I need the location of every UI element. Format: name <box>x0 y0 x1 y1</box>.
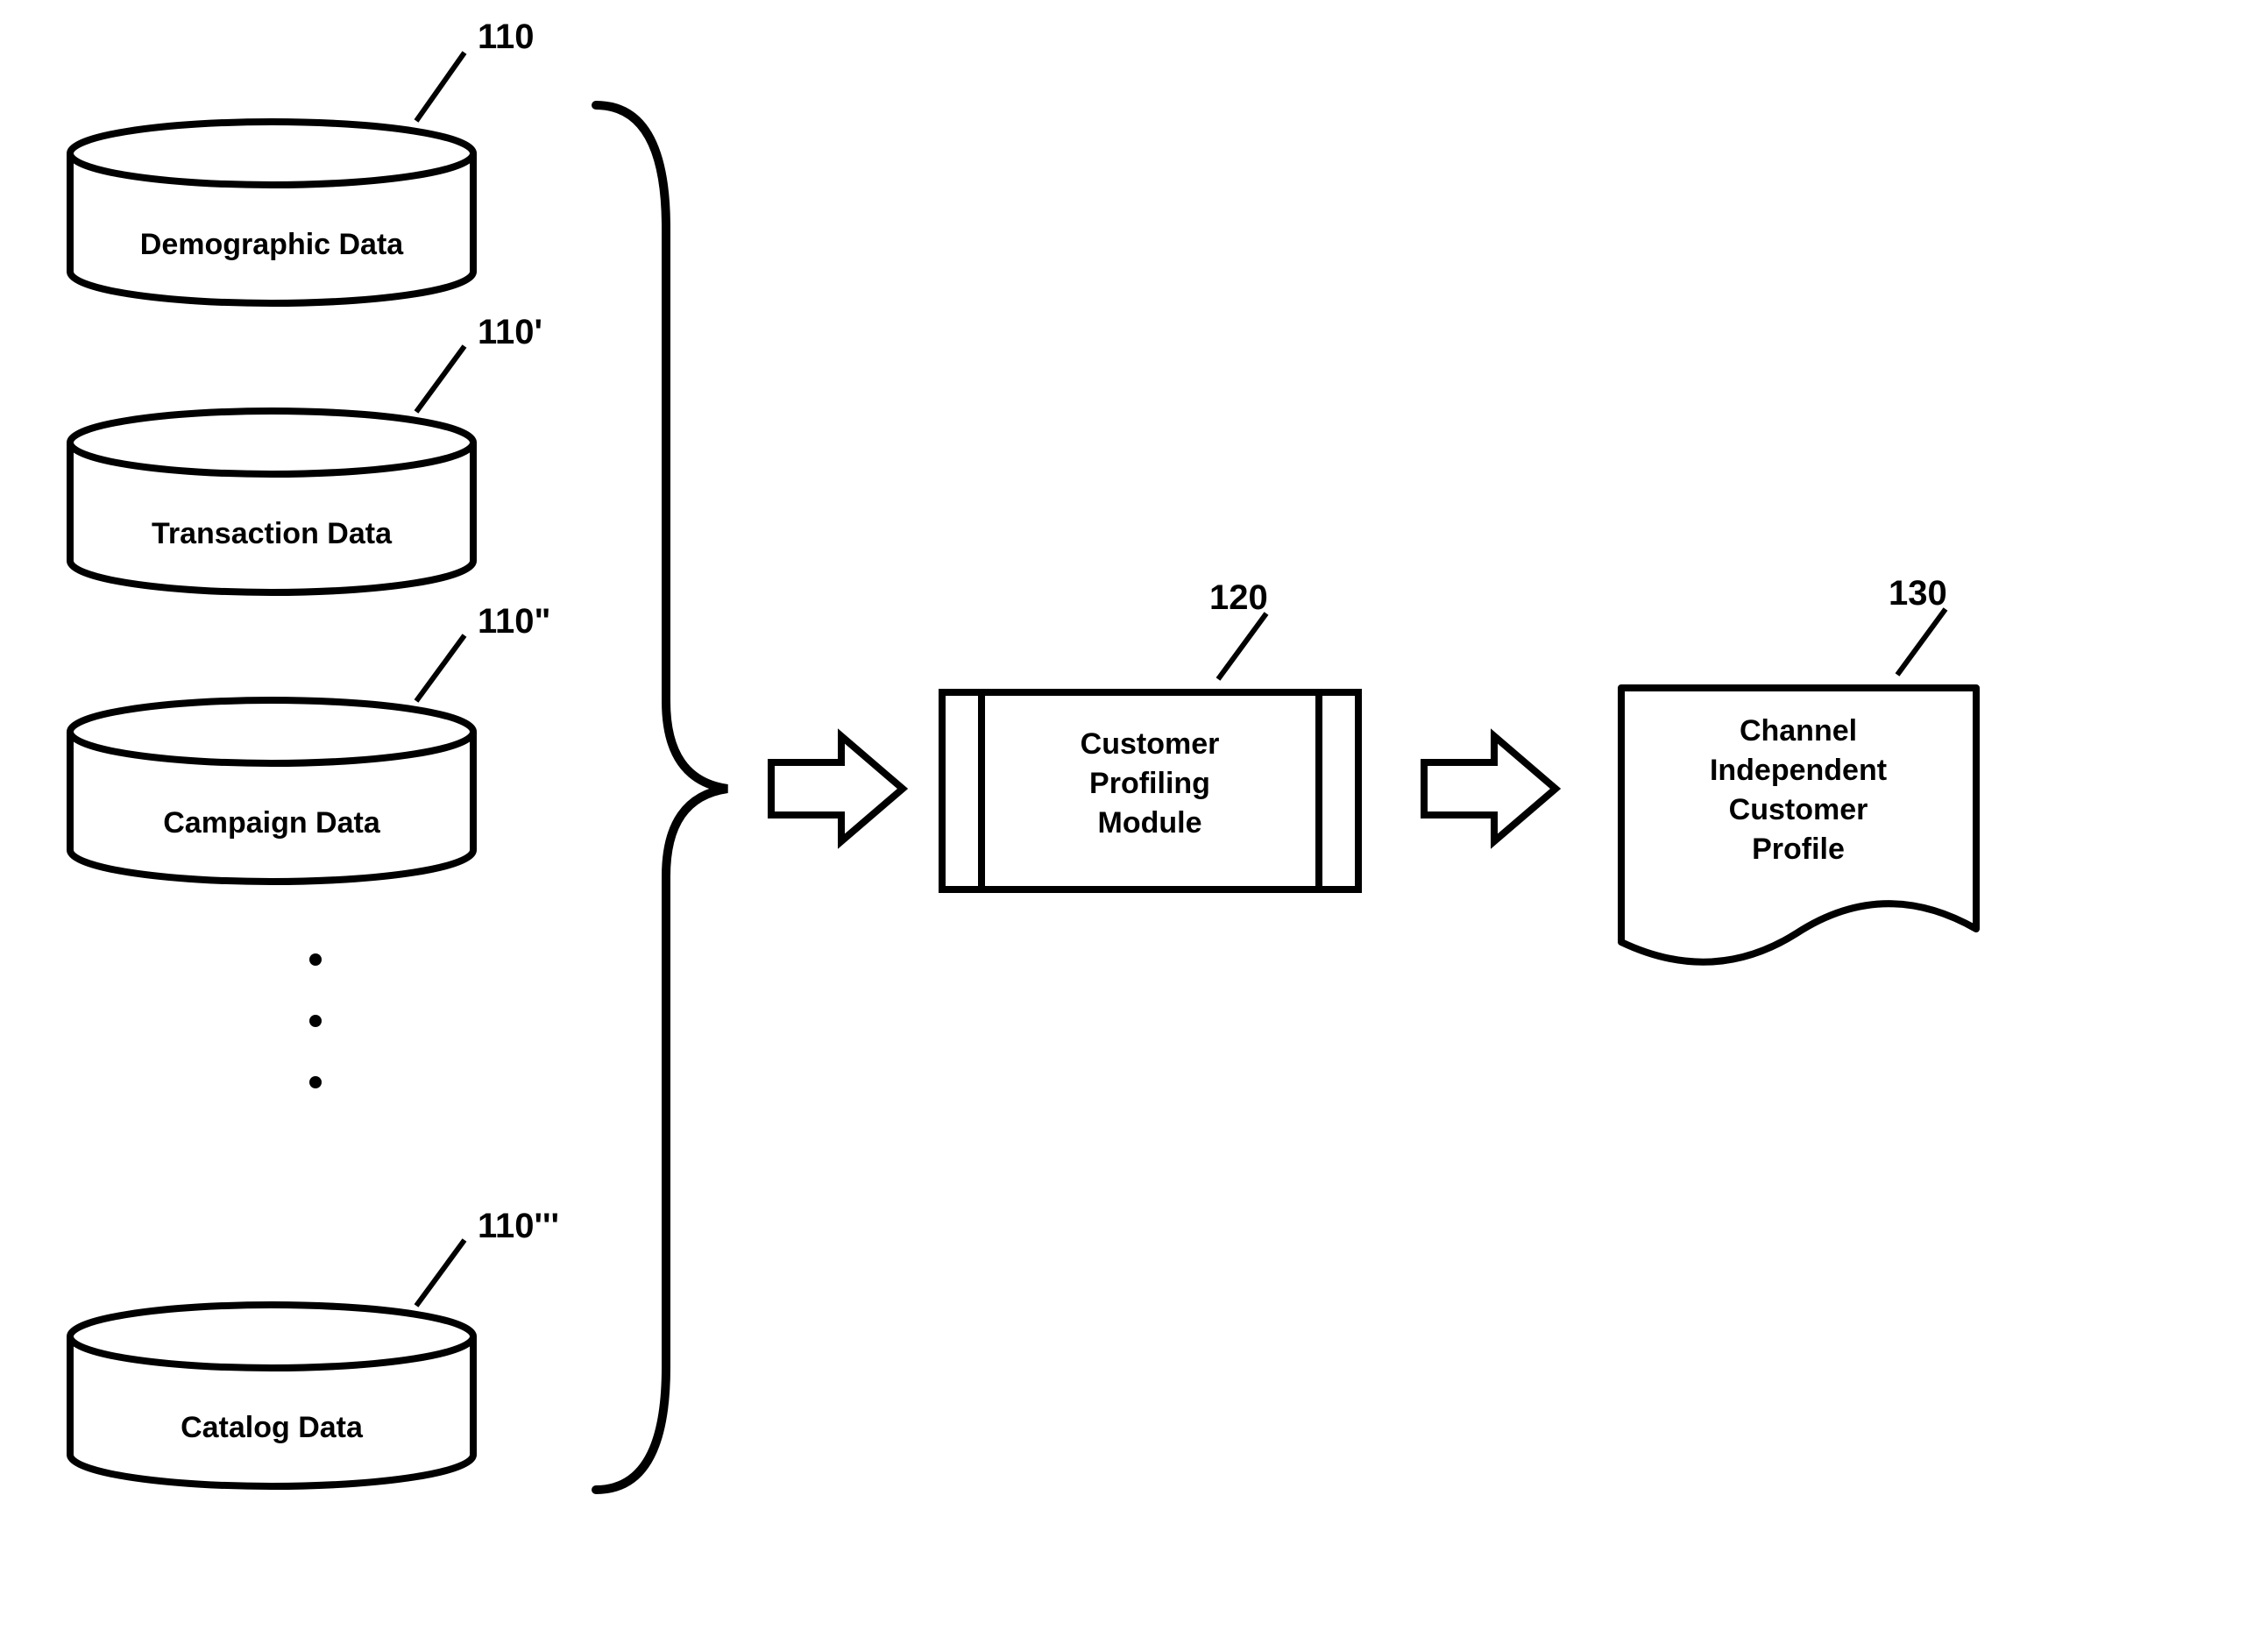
database-transaction-label: Transaction Data <box>152 517 393 550</box>
arrow-to-module <box>771 736 903 841</box>
database-catalog: 110''' Catalog Data <box>70 1207 559 1486</box>
database-campaign: 110" Campaign Data <box>70 602 551 882</box>
module-customer-profiling: 120 Customer Profiling Module <box>942 578 1358 889</box>
arrow-to-output <box>1424 736 1556 841</box>
curly-brace <box>596 105 727 1490</box>
database-demographic-label: Demographic Data <box>140 228 404 261</box>
module-label-3: Module <box>1098 806 1202 840</box>
ref-110p: 110' <box>478 313 542 351</box>
database-campaign-label: Campaign Data <box>163 806 381 840</box>
database-transaction: 110' Transaction Data <box>70 313 542 592</box>
diagram-canvas: 110 Demographic Data 110' Transaction Da… <box>0 0 2268 1637</box>
ref-130: 130 <box>1889 574 1947 613</box>
ref-110ppp: 110''' <box>478 1207 559 1245</box>
output-label-2: Independent <box>1710 754 1887 787</box>
output-label-4: Profile <box>1752 833 1845 866</box>
module-label-1: Customer <box>1081 727 1220 761</box>
module-label-2: Profiling <box>1089 767 1210 800</box>
database-demographic: 110 Demographic Data <box>70 18 535 303</box>
output-label-3: Customer <box>1729 793 1868 826</box>
ref-110: 110 <box>478 18 535 56</box>
output-label-1: Channel <box>1740 714 1857 748</box>
ref-120: 120 <box>1209 578 1268 617</box>
database-catalog-label: Catalog Data <box>181 1411 364 1444</box>
ellipsis-dots <box>309 953 322 1088</box>
output-profile-document: 130 Channel Independent Customer Profile <box>1621 574 1976 962</box>
ref-110pp: 110" <box>478 602 551 641</box>
